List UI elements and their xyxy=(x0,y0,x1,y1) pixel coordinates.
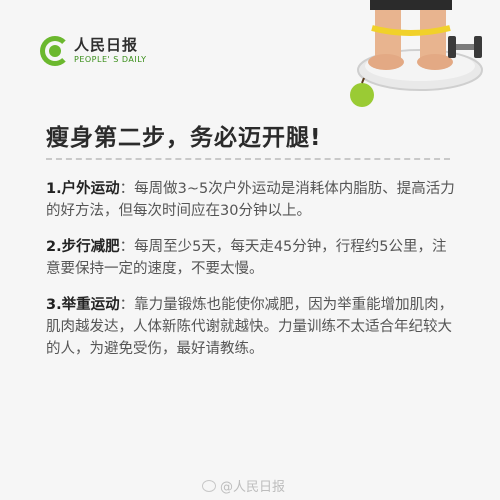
logo-name-en: PEOPLE' S DAILY xyxy=(74,55,147,64)
tip-item-walking: 2.步行减肥：每周至少5天，每天走45分钟，行程约5公里，注意要保持一定的速度，… xyxy=(46,236,460,280)
tip-item-outdoor-exercise: 1.户外运动：每周做3~5次户外运动是消耗体内脂肪、提高活力的好方法，但每次时间… xyxy=(46,178,460,222)
weibo-icon xyxy=(202,479,216,492)
weibo-watermark: @人民日报 xyxy=(202,476,285,495)
people-daily-logo: 人民日报 PEOPLE' S DAILY xyxy=(40,36,147,66)
tip-heading: 3.举重运动 xyxy=(46,297,120,313)
dashed-divider xyxy=(46,158,450,160)
page-title: 瘦身第二步，务必迈开腿! xyxy=(46,125,322,151)
at-sign-logo-icon xyxy=(40,36,70,66)
logo-name-cn: 人民日报 xyxy=(74,36,139,54)
tip-heading: 2.步行减肥 xyxy=(46,239,120,255)
tip-heading: 1.户外运动 xyxy=(46,181,120,197)
tip-item-weightlifting: 3.举重运动：靠力量锻炼也能使你减肥，因为举重能增加肌肉，肌肉越发达，人体新陈代… xyxy=(46,294,460,360)
feet-on-scale-with-dumbbell-and-apple-icon xyxy=(350,0,483,107)
watermark-text: @人民日报 xyxy=(220,480,286,495)
tips-list: 1.户外运动：每周做3~5次户外运动是消耗体内脂肪、提高活力的好方法，但每次时间… xyxy=(46,178,460,374)
logo-text: 人民日报 PEOPLE' S DAILY xyxy=(74,38,147,64)
